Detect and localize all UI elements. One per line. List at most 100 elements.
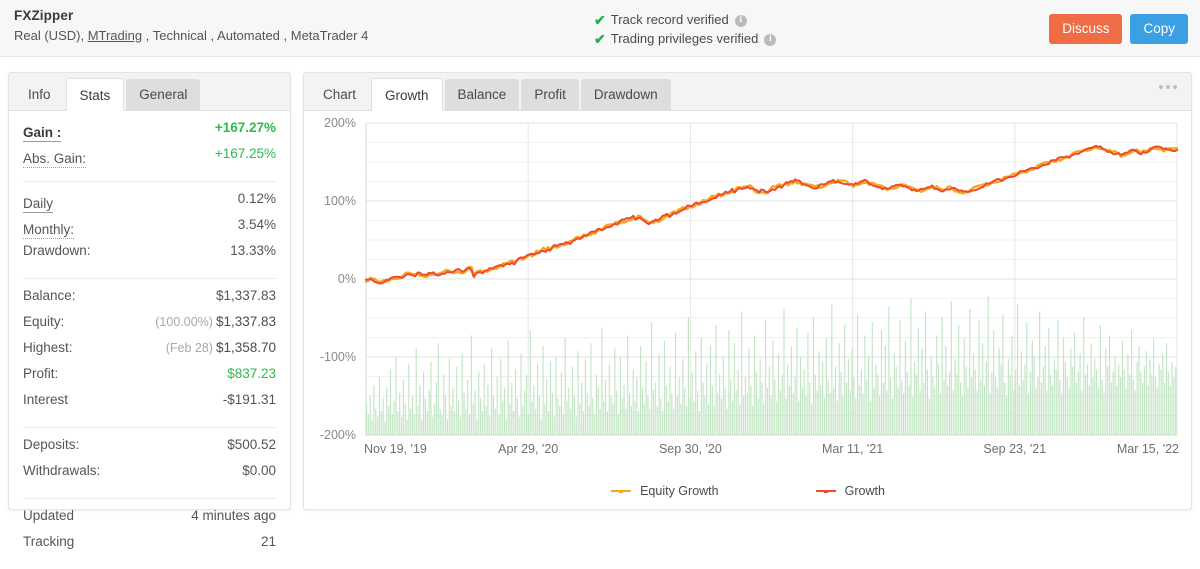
check-icon: ✔ <box>594 30 606 47</box>
stat-row-tracking: Tracking 21 <box>23 534 276 560</box>
info-icon[interactable] <box>764 33 777 46</box>
growth-chart: 200% 100% 0% -100% -200% Nov 19, '19 Apr 29, '… <box>304 111 1191 510</box>
account-meta: Real (USD), MTrading , Technical , Autom… <box>14 26 368 45</box>
stat-value-withdrawals: $0.00 <box>242 463 276 478</box>
legend-label-equity-growth: Equity Growth <box>640 484 719 498</box>
verify-label-privileges: Trading privileges verified <box>610 31 759 46</box>
growth-chart-svg: 200% 100% 0% -100% -200% Nov 19, '19 Apr 29, '… <box>320 116 1179 456</box>
y-tick-label: 100% <box>324 194 356 208</box>
stat-label-tracking: Tracking <box>23 534 75 549</box>
kebab-menu-icon[interactable] <box>1159 85 1177 89</box>
verification-block: ✔ Track record verified ✔ Trading privil… <box>594 10 777 48</box>
tab-info[interactable]: Info <box>15 79 64 110</box>
discuss-button[interactable]: Discuss <box>1049 14 1123 44</box>
tab-general[interactable]: General <box>126 79 201 110</box>
broker-link[interactable]: MTrading <box>88 28 142 43</box>
stat-group-performance: Daily 0.12% Monthly: 3.54% Drawdown: 13.… <box>23 182 276 279</box>
legend-swatch-growth <box>815 490 836 493</box>
legend-label-growth: Growth <box>844 484 885 498</box>
stat-label-monthly[interactable]: Monthly: <box>23 222 75 239</box>
info-icon[interactable] <box>734 14 747 27</box>
tab-drawdown[interactable]: Drawdown <box>580 79 671 110</box>
activity-bars <box>366 296 1177 435</box>
stat-value-deposits: $500.52 <box>227 437 276 452</box>
x-tick-label: Mar 15, '22 <box>1117 442 1179 456</box>
tab-growth[interactable]: Growth <box>371 78 443 111</box>
legend-item-equity-growth[interactable]: Equity Growth <box>610 484 719 498</box>
stat-amount-highest: $1,358.70 <box>215 340 276 355</box>
stat-row-equity: Equity: (100.00%) $1,337.83 <box>23 314 276 340</box>
stat-value-equity: (100.00%) $1,337.83 <box>155 314 276 329</box>
chart-panel: Chart Growth Balance Profit Drawdown 200… <box>303 72 1192 510</box>
account-name: FXZipper <box>14 8 74 23</box>
x-tick-label: Sep 30, '20 <box>659 442 722 456</box>
tab-profit[interactable]: Profit <box>521 79 579 110</box>
stat-row-updated: Updated 4 minutes ago <box>23 508 276 534</box>
stat-label-gain[interactable]: Gain : <box>23 125 62 142</box>
check-icon: ✔ <box>594 11 606 28</box>
stat-row-abs-gain: Abs. Gain: +167.25% <box>23 146 276 172</box>
chart-legend: Equity Growth Growth <box>304 484 1191 498</box>
verify-row-track-record: ✔ Track record verified <box>594 10 776 29</box>
verify-row-privileges: ✔ Trading privileges verified <box>594 29 777 48</box>
stat-row-deposits: Deposits: $500.52 <box>23 437 276 463</box>
stats-panel: Info Stats General Gain : +167.27% Abs. … <box>8 72 291 549</box>
stat-value-abs-gain: +167.25% <box>214 146 276 161</box>
stat-value-profit: $837.23 <box>227 366 276 381</box>
stat-value-monthly: 3.54% <box>237 217 276 232</box>
stat-row-gain: Gain : +167.27% <box>23 120 276 146</box>
tab-chart[interactable]: Chart <box>310 79 369 110</box>
stat-row-balance: Balance: $1,337.83 <box>23 288 276 314</box>
account-identity: FXZipper Real (USD), MTrading , Technica… <box>14 7 368 45</box>
stat-label-highest: Highest: <box>23 340 73 355</box>
stat-row-highest: Highest: (Feb 28) $1,358.70 <box>23 340 276 366</box>
x-tick-label: Sep 23, '21 <box>983 442 1046 456</box>
stat-group-funding: Deposits: $500.52 Withdrawals: $0.00 <box>23 428 276 499</box>
account-type: Real (USD), <box>14 28 88 43</box>
stat-label-daily[interactable]: Daily <box>23 196 54 213</box>
stat-value-updated: 4 minutes ago <box>191 508 276 523</box>
stat-value-drawdown: 13.33% <box>230 243 276 258</box>
x-tick-label: Apr 29, '20 <box>498 442 558 456</box>
series-line-equity-growth <box>364 146 1179 284</box>
stat-row-withdrawals: Withdrawals: $0.00 <box>23 463 276 489</box>
stat-value-daily: 0.12% <box>237 191 276 206</box>
stat-label-updated: Updated <box>23 508 75 523</box>
stat-value-tracking: 21 <box>260 534 276 549</box>
account-meta-rest: , Technical , Automated , MetaTrader 4 <box>142 28 369 43</box>
stat-amount-equity: $1,337.83 <box>215 314 276 329</box>
stat-label-drawdown: Drawdown: <box>23 243 91 258</box>
stat-row-drawdown: Drawdown: 13.33% <box>23 243 276 269</box>
y-tick-label: -200% <box>320 428 356 442</box>
stat-row-monthly: Monthly: 3.54% <box>23 217 276 243</box>
stat-row-interest: Interest -$191.31 <box>23 392 276 418</box>
x-tick-label: Nov 19, '19 <box>364 442 427 456</box>
sidebar-tabbar: Info Stats General <box>9 73 290 111</box>
stat-label-profit: Profit: <box>23 366 59 381</box>
legend-swatch-equity-growth <box>611 490 632 493</box>
y-tick-label: 0% <box>338 272 356 286</box>
stat-label-abs-gain[interactable]: Abs. Gain: <box>23 151 87 168</box>
stat-value-highest: (Feb 28) $1,358.70 <box>166 340 276 355</box>
stat-row-daily: Daily 0.12% <box>23 191 276 217</box>
series-line-growth <box>365 144 1178 285</box>
header-actions: Discuss Copy <box>1049 14 1188 44</box>
stat-value-balance: $1,337.83 <box>215 288 276 303</box>
tab-balance[interactable]: Balance <box>444 79 520 110</box>
stat-value-gain: +167.27% <box>214 120 276 135</box>
stat-label-interest: Interest <box>23 392 69 407</box>
stats-list: Gain : +167.27% Abs. Gain: +167.25% Dail… <box>9 111 290 569</box>
stat-group-account: Balance: $1,337.83 Equity: (100.00%) $1,3… <box>23 279 276 428</box>
stat-group-meta: Updated 4 minutes ago Tracking 21 <box>23 499 276 569</box>
stat-group-gain: Gain : +167.27% Abs. Gain: +167.25% <box>23 111 276 182</box>
y-tick-label: -100% <box>320 350 356 364</box>
tab-stats[interactable]: Stats <box>65 78 125 111</box>
copy-button[interactable]: Copy <box>1130 14 1188 44</box>
stat-note-highest: (Feb 28) <box>165 341 213 355</box>
y-tick-label: 200% <box>324 116 356 130</box>
stat-label-equity: Equity: <box>23 314 65 329</box>
legend-item-growth[interactable]: Growth <box>815 484 885 498</box>
page-header: FXZipper Real (USD), MTrading , Technica… <box>0 0 1200 57</box>
x-tick-label: Mar 11, '21 <box>822 442 883 456</box>
chart-tabbar: Chart Growth Balance Profit Drawdown <box>304 73 1191 111</box>
